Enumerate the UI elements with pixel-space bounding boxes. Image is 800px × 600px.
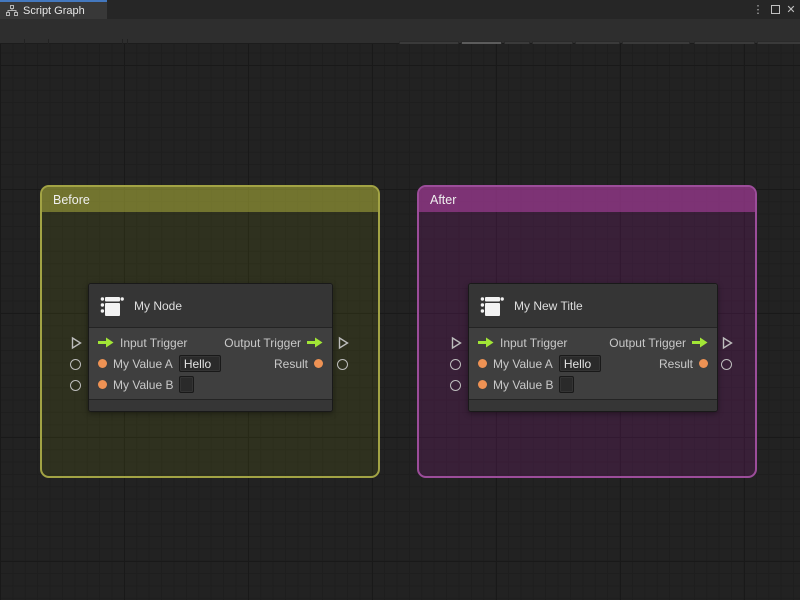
flow-in-icon[interactable] (478, 337, 494, 348)
tab-label: Script Graph (23, 4, 85, 17)
unit-icon (99, 293, 125, 319)
port-row: My Value A Result (89, 353, 332, 374)
value-in-icon[interactable] (98, 380, 107, 389)
port-row: Input Trigger Output Trigger (469, 332, 717, 353)
node-my-node[interactable]: My Node Input Trigger Output Trigger My … (88, 283, 333, 412)
ext-value-in-port[interactable] (450, 380, 461, 391)
node-header[interactable]: My New Title (469, 284, 717, 328)
value-b-input[interactable] (179, 376, 195, 393)
value-a-input[interactable] (558, 355, 601, 372)
port-row: Input Trigger Output Trigger (89, 332, 332, 353)
port-label: My Value A (493, 356, 553, 371)
ext-value-in-port[interactable] (450, 359, 461, 370)
node-header[interactable]: My Node (89, 284, 332, 328)
maximize-box (770, 5, 780, 14)
port-row: My Value B (89, 374, 332, 395)
port-row: My Value B (469, 374, 717, 395)
port-label: Input Trigger (500, 335, 568, 350)
ext-value-in-port[interactable] (70, 380, 81, 391)
ext-flow-out-port[interactable] (720, 336, 734, 350)
flow-out-icon[interactable] (692, 337, 708, 348)
tab-bar: Script Graph ⋮ ✕ (0, 0, 800, 19)
graph-canvas[interactable]: Before After My Node Input Trigger Outpu… (0, 44, 800, 600)
ext-value-out-port[interactable] (721, 359, 732, 370)
ext-flow-in-port[interactable] (69, 336, 83, 350)
unit-icon (479, 293, 505, 319)
maximize-icon[interactable] (768, 0, 782, 19)
port-label: Result (273, 356, 308, 371)
node-title: My Node (134, 298, 183, 313)
group-before-header[interactable]: Before (42, 187, 378, 212)
node-footer (89, 399, 332, 411)
node-title: My New Title (514, 298, 583, 313)
node-body: Input Trigger Output Trigger My Value A (469, 328, 717, 399)
ext-value-out-port[interactable] (337, 359, 348, 370)
port-label: Result (658, 356, 693, 371)
ext-value-in-port[interactable] (70, 359, 81, 370)
port-label: Input Trigger (120, 335, 188, 350)
value-out-icon[interactable] (699, 359, 708, 368)
group-label: Before (53, 192, 90, 207)
port-row: My Value A Result (469, 353, 717, 374)
port-label: My Value B (113, 377, 174, 392)
ext-flow-in-port[interactable] (449, 336, 463, 350)
script-graph-window: Script Graph ⋮ ✕ <×> (0, 0, 800, 600)
ext-flow-out-port[interactable] (336, 336, 350, 350)
graph-toolbar: <×> New Script Graph Zoom 1x Relations V… (0, 19, 800, 63)
node-my-new-title[interactable]: My New Title Input Trigger Output Trigge… (468, 283, 718, 412)
value-in-icon[interactable] (478, 359, 487, 368)
node-footer (469, 399, 717, 411)
flow-in-icon[interactable] (98, 337, 114, 348)
script-graph-icon (6, 5, 18, 16)
tab-script-graph[interactable]: Script Graph (0, 0, 107, 19)
port-label: Output Trigger (609, 335, 686, 350)
node-body: Input Trigger Output Trigger My Value A (89, 328, 332, 399)
port-label: Output Trigger (224, 335, 301, 350)
value-b-input[interactable] (559, 376, 575, 393)
flow-out-icon[interactable] (307, 337, 323, 348)
value-a-input[interactable] (178, 355, 221, 372)
value-in-icon[interactable] (98, 359, 107, 368)
value-in-icon[interactable] (478, 380, 487, 389)
group-after-header[interactable]: After (419, 187, 755, 212)
close-icon[interactable]: ✕ (784, 0, 798, 19)
port-label: My Value A (113, 356, 173, 371)
group-label: After (430, 192, 457, 207)
port-label: My Value B (493, 377, 554, 392)
value-out-icon[interactable] (314, 359, 323, 368)
window-menu-icon[interactable]: ⋮ (751, 0, 765, 19)
